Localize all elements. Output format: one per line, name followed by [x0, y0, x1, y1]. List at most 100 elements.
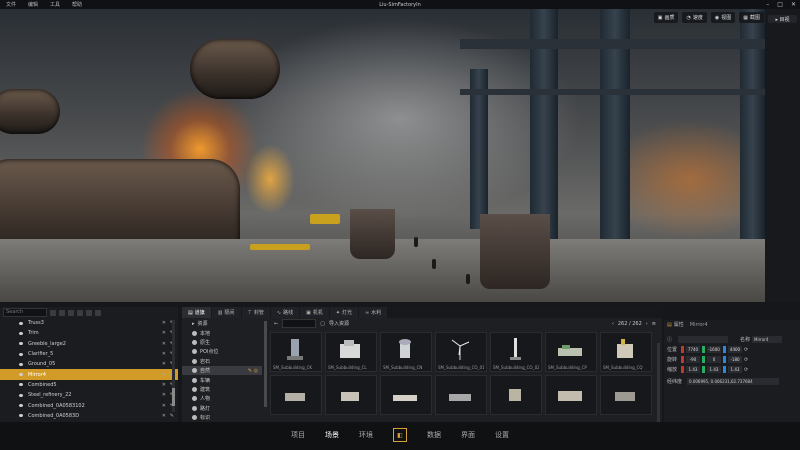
resource-card[interactable]: SM_Subbuilding_CQ: [600, 332, 652, 372]
delete-icon[interactable]: [86, 309, 92, 316]
menu-tools[interactable]: 工具: [50, 1, 60, 8]
nav-environment[interactable]: 环境: [359, 430, 373, 442]
nav-project[interactable]: 项目: [291, 430, 305, 442]
remove-icon[interactable]: ✕: [162, 330, 166, 336]
outliner-row[interactable]: Steel_refinery_22✕✎: [0, 390, 178, 400]
position-x-input[interactable]: 7740: [686, 346, 700, 353]
menu-file[interactable]: 文件: [6, 1, 16, 8]
resource-card[interactable]: [325, 375, 377, 415]
coords-field[interactable]: 0.006995, 0.006231,62.737684: [687, 378, 779, 385]
tree-scrollbar[interactable]: [264, 321, 267, 407]
edit-icon[interactable]: ✎ ◎: [248, 368, 258, 374]
tree-item[interactable]: 车辆: [182, 375, 262, 384]
remove-icon[interactable]: ✎: [162, 372, 166, 378]
reset-icon[interactable]: ⟳: [744, 367, 748, 373]
remove-icon[interactable]: ✕: [162, 351, 166, 357]
outliner-row[interactable]: Combined_0A0583D ✕ ✎: [0, 411, 178, 421]
rotation-y-input[interactable]: 0: [707, 356, 721, 363]
scale-y-input[interactable]: 1.43: [707, 366, 721, 373]
import-icon[interactable]: ▢: [320, 321, 325, 327]
expand-icon[interactable]: ▸: [192, 321, 195, 327]
tree-item[interactable]: POI点位: [182, 347, 262, 356]
visibility-icon[interactable]: [19, 352, 23, 356]
speed-button[interactable]: ◔ 速度: [682, 12, 707, 23]
visibility-icon[interactable]: [19, 331, 23, 335]
outliner-row[interactable]: Clarifier_5✕✎: [0, 349, 178, 359]
tab-light[interactable]: ✦ 灯光: [329, 307, 359, 318]
scale-x-input[interactable]: 1.43: [686, 366, 700, 373]
edit-icon[interactable]: ✎: [170, 413, 174, 419]
list-view-icon[interactable]: ≡: [652, 321, 656, 327]
resource-card[interactable]: SM_Subbuilding_CP: [545, 332, 597, 372]
visibility-icon[interactable]: [19, 373, 23, 377]
resource-card[interactable]: SM_Subbuilding_CN: [380, 332, 432, 372]
tree-item-selected[interactable]: 自然 ✎ ◎: [182, 365, 262, 376]
resource-card[interactable]: [545, 375, 597, 415]
visibility-icon[interactable]: [19, 393, 23, 397]
close-button[interactable]: ✕: [791, 1, 796, 8]
visibility-icon[interactable]: [19, 321, 23, 325]
view-button[interactable]: ◉ 视图: [710, 12, 736, 23]
remove-icon[interactable]: ✕: [162, 382, 166, 388]
save-icon[interactable]: [68, 309, 74, 316]
nav-interface[interactable]: 界面: [461, 430, 475, 442]
nav-scene[interactable]: 场景: [325, 430, 339, 442]
outliner-search-input[interactable]: Search: [3, 308, 47, 317]
reset-icon[interactable]: ⟳: [744, 347, 748, 353]
remove-icon[interactable]: ✕: [162, 320, 166, 326]
resource-card[interactable]: [490, 375, 542, 415]
remove-icon[interactable]: ✕: [162, 361, 166, 367]
rotation-x-input[interactable]: -90: [686, 356, 700, 363]
scene-viewport[interactable]: [0, 9, 765, 302]
grid-search-input[interactable]: [282, 319, 317, 328]
menu-help[interactable]: 帮助: [72, 1, 82, 8]
settings-icon[interactable]: [95, 309, 101, 316]
visibility-icon[interactable]: [19, 414, 23, 418]
resource-card[interactable]: SM_Subbuilding_CO_01: [435, 332, 487, 372]
outliner-row[interactable]: Ground_05✕✎: [0, 359, 178, 369]
app-logo-icon[interactable]: ◧: [393, 428, 407, 442]
tree-item[interactable]: 原生: [182, 338, 262, 347]
rotation-z-input[interactable]: -180: [728, 356, 742, 363]
resource-card[interactable]: SM_Subbuilding_CK: [270, 332, 322, 372]
outliner-row[interactable]: Greeble_large2✕✎: [0, 339, 178, 349]
visibility-icon[interactable]: [19, 342, 23, 346]
maximize-button[interactable]: □: [777, 1, 783, 8]
visibility-icon[interactable]: [19, 362, 23, 366]
outliner-row[interactable]: Truss3✕✎: [0, 318, 178, 328]
remove-icon[interactable]: ✕: [162, 341, 166, 347]
back-icon[interactable]: ←: [274, 321, 278, 327]
position-y-input[interactable]: -1600: [707, 346, 721, 353]
tab-route[interactable]: ∿ 路线: [270, 307, 300, 318]
next-page-icon[interactable]: ›: [646, 321, 648, 327]
name-field[interactable]: Mirror4: [752, 336, 783, 343]
prev-page-icon[interactable]: ‹: [612, 321, 614, 327]
visibility-icon[interactable]: [19, 383, 23, 387]
tree-item[interactable]: ▸ 资源: [182, 319, 262, 328]
remove-icon[interactable]: ✕: [162, 413, 166, 419]
reset-icon[interactable]: ⟳: [744, 357, 748, 363]
tab-seal[interactable]: ⊤ 封管: [241, 307, 270, 318]
minimize-button[interactable]: –: [766, 1, 769, 8]
visibility-icon[interactable]: [19, 404, 23, 408]
remove-icon[interactable]: ✕: [162, 392, 166, 398]
tree-item[interactable]: 标识: [182, 413, 262, 422]
tab-machine[interactable]: ▣ 机机: [300, 307, 329, 318]
tree-item[interactable]: 岩石: [182, 357, 262, 366]
scrollbar-thumb[interactable]: [172, 388, 175, 406]
resource-card[interactable]: SM_Subbuilding_CL: [325, 332, 377, 372]
resource-card[interactable]: [435, 375, 487, 415]
tree-item[interactable]: 本地: [182, 328, 262, 337]
nav-data[interactable]: 数据: [427, 430, 441, 442]
tree-item[interactable]: 人物: [182, 394, 262, 403]
resource-card[interactable]: [270, 375, 322, 415]
outliner-row[interactable]: Combined5✕✎: [0, 380, 178, 390]
resource-card[interactable]: [380, 375, 432, 415]
remove-icon[interactable]: ✕: [162, 403, 166, 409]
outliner-row[interactable]: Trim✕✎: [0, 328, 178, 338]
copy-icon[interactable]: [77, 309, 83, 316]
resource-card[interactable]: [600, 375, 652, 415]
outliner-row[interactable]: Combined_0A0583102✕✎: [0, 400, 178, 410]
screenshot-button[interactable]: ▦ 截图: [739, 12, 764, 23]
nav-settings[interactable]: 设置: [495, 430, 509, 442]
